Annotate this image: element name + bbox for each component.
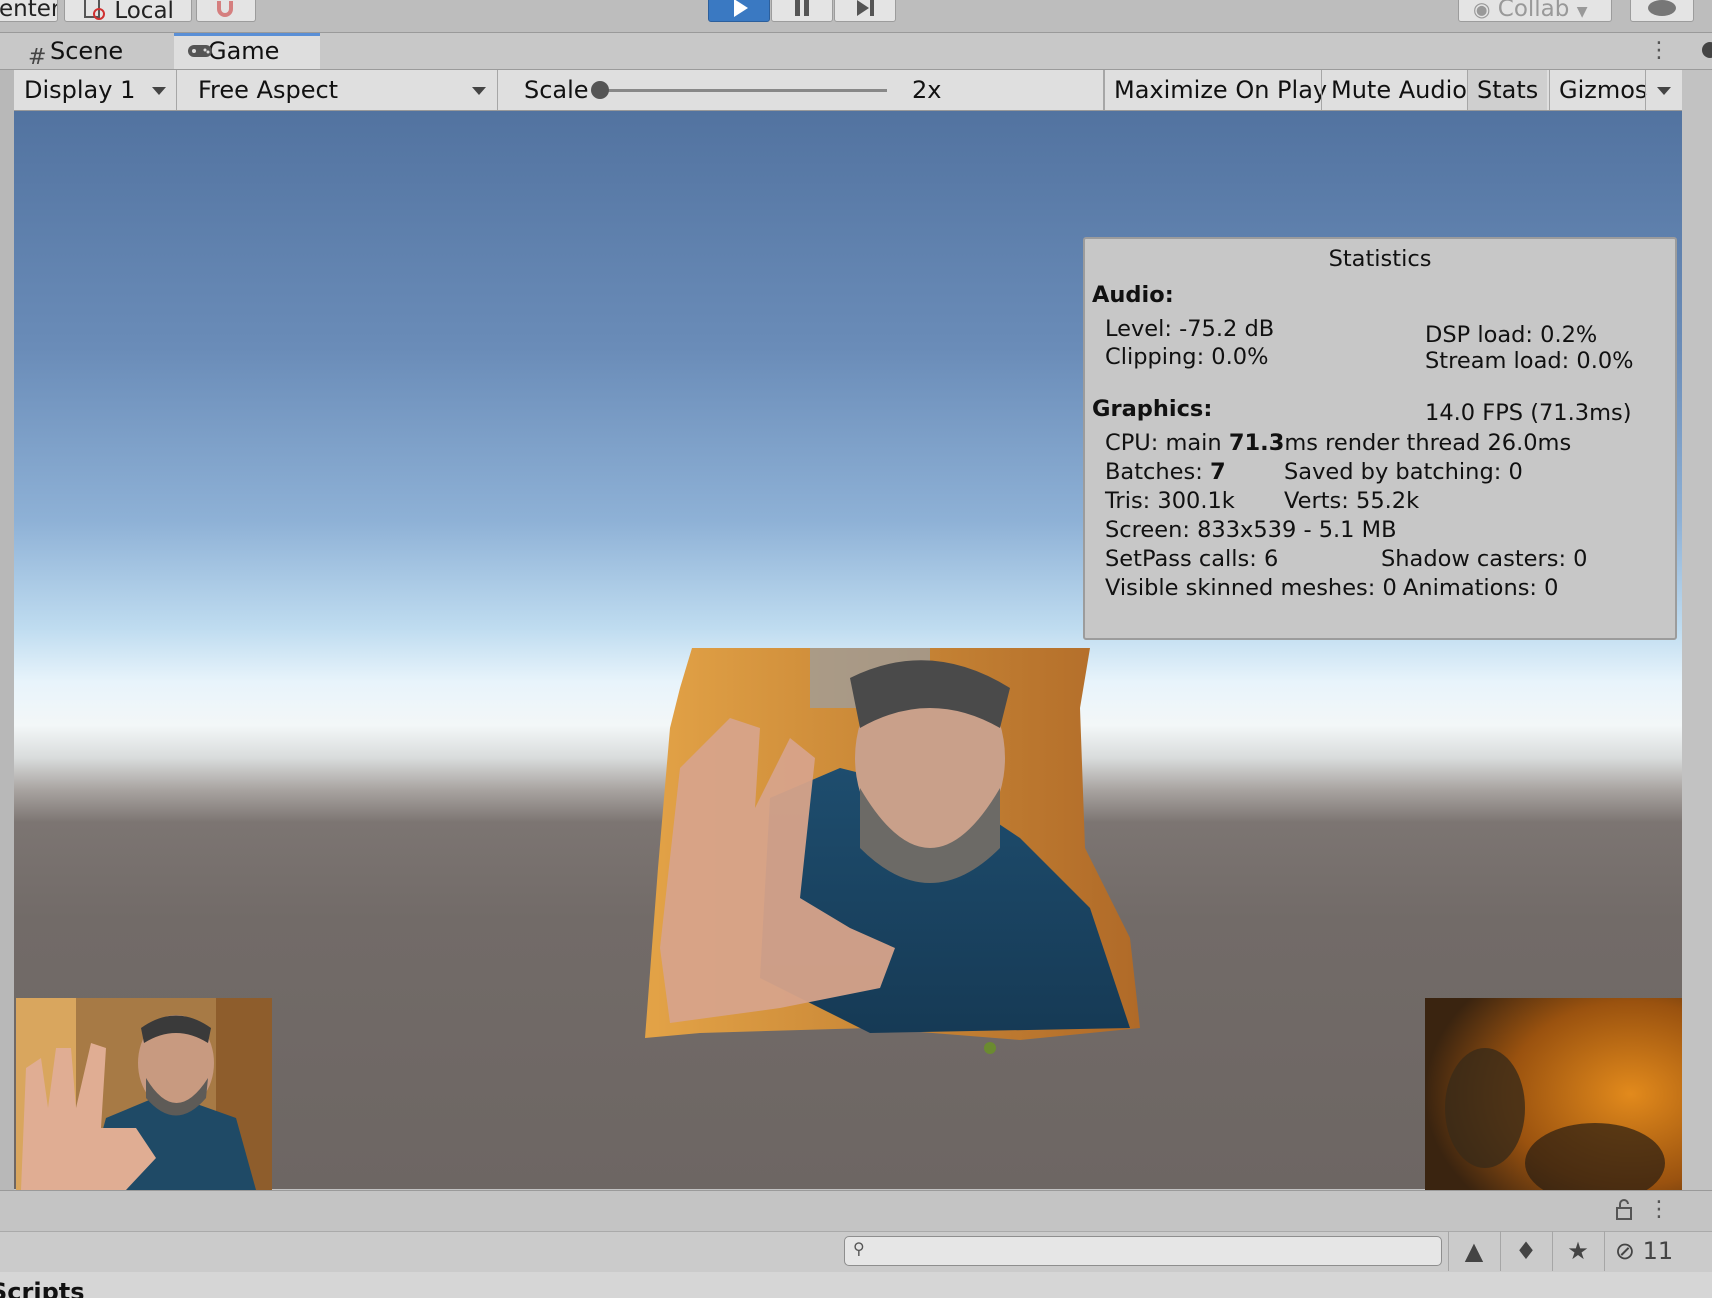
gizmos-dropdown[interactable] <box>1645 70 1682 110</box>
pause-icon <box>795 0 809 16</box>
audio-stream-load: Stream load: 0.0% <box>1425 348 1634 374</box>
aspect-dropdown[interactable]: Free Aspect <box>178 70 498 110</box>
project-window-header: ⋮ <box>0 1190 1712 1231</box>
audio-clipping: Clipping: 0.0% <box>1105 344 1269 370</box>
aspect-chevron-down-icon <box>472 87 486 95</box>
statistics-title: Statistics <box>1328 246 1432 272</box>
project-search-input[interactable]: ⚲ <box>844 1236 1442 1266</box>
cpu-main-value: 71.3 <box>1228 430 1285 456</box>
tab-menu-kebab-icon[interactable]: ⋮ <box>1648 37 1670 65</box>
graphics-header: Graphics: <box>1092 396 1213 422</box>
graphics-tris: Tris: 300.1k <box>1105 488 1235 514</box>
step-forward-icon <box>857 0 874 16</box>
hidden-count: 11 <box>1642 1237 1674 1265</box>
webcam-depth-thumbnail <box>1425 998 1682 1190</box>
project-menu-kebab-icon[interactable]: ⋮ <box>1648 1197 1670 1222</box>
tab-game[interactable]: Game <box>174 33 320 69</box>
batches-value: 7 <box>1209 459 1226 485</box>
chevron-down-icon: ▼ <box>1576 4 1588 20</box>
snap-button[interactable] <box>196 0 256 22</box>
play-icon <box>734 0 748 17</box>
scale-control: Scale 2x <box>499 70 1104 110</box>
tab-game-label: Game <box>208 37 280 65</box>
tag-icon: ♦ <box>1515 1237 1537 1265</box>
eye-slash-icon: ⊘ <box>1614 1237 1635 1265</box>
left-panel-edge <box>0 70 14 1190</box>
cpu-suffix: ms render thread 26.0ms <box>1284 430 1572 456</box>
mute-audio-toggle[interactable]: Mute Audio <box>1321 70 1476 110</box>
star-icon: ★ <box>1567 1237 1589 1265</box>
hidden-packages-button[interactable]: ⊘ 11 <box>1604 1231 1683 1271</box>
audio-level: Level: -75.2 dB <box>1105 316 1275 342</box>
depth-webcam-render <box>645 648 1140 1054</box>
statistics-panel: Statistics Audio: Level: -75.2 dB Clippi… <box>1083 237 1677 640</box>
magnet-snap-icon <box>217 1 233 17</box>
space-toggle-button[interactable]: Local <box>64 0 192 22</box>
scale-label: Scale <box>524 76 589 104</box>
pivot-toggle-button[interactable]: enter <box>0 0 58 22</box>
scale-slider-thumb[interactable] <box>591 81 609 99</box>
gamepad-icon <box>186 39 214 70</box>
shapes-icon: ▲ <box>1464 1237 1484 1265</box>
cloud-icon <box>1648 0 1676 16</box>
graphics-cpu: CPU: main 71.3ms render thread 26.0ms <box>1105 429 1571 457</box>
tab-scene[interactable]: # Scene <box>16 33 172 70</box>
right-panel-edge <box>1682 70 1712 1190</box>
graphics-fps: 14.0 FPS (71.3ms) <box>1425 400 1632 426</box>
cloud-button[interactable] <box>1630 0 1694 22</box>
gizmos-chevron-down-icon <box>1657 87 1671 95</box>
project-folder-list: Scripts <box>0 1272 1712 1298</box>
batches-prefix: Batches: <box>1105 459 1210 485</box>
space-label: Local <box>114 0 174 22</box>
lock-icon[interactable] <box>1614 1199 1634 1226</box>
webcam-color-thumbnail <box>16 998 272 1190</box>
search-icon: ⚲ <box>853 1239 865 1258</box>
graphics-animations: Animations: 0 <box>1403 575 1559 601</box>
cpu-prefix: CPU: main <box>1105 430 1229 456</box>
graphics-screen: Screen: 833x539 - 5.1 MB <box>1105 517 1397 543</box>
step-button[interactable] <box>834 0 896 22</box>
pivot-label: enter <box>0 0 58 22</box>
play-button[interactable] <box>708 0 770 22</box>
game-view-control-bar: Display 1 Free Aspect Scale 2x Maximize … <box>14 70 1682 111</box>
scale-slider-track[interactable] <box>597 89 887 92</box>
graphics-skinned-meshes: Visible skinned meshes: 0 <box>1105 575 1397 601</box>
gizmos-toggle[interactable]: Gizmos <box>1549 70 1656 110</box>
filter-by-type-button[interactable]: ▲ <box>1448 1231 1499 1271</box>
filter-by-label-button[interactable]: ♦ <box>1500 1231 1551 1271</box>
graphics-verts: Verts: 55.2k <box>1284 488 1420 514</box>
audio-dsp-load: DSP load: 0.2% <box>1425 322 1598 348</box>
folder-label-scripts[interactable]: Scripts <box>0 1278 85 1298</box>
collab-shield-icon: ◉ <box>1473 0 1491 21</box>
graphics-shadow-casters: Shadow casters: 0 <box>1381 546 1588 572</box>
graphics-saved-by-batching: Saved by batching: 0 <box>1284 459 1523 485</box>
maximize-on-play-toggle[interactable]: Maximize On Play <box>1104 70 1336 110</box>
graphics-setpass: SetPass calls: 6 <box>1105 546 1279 572</box>
view-tab-strip: # Scene Game ⋮ <box>0 33 1712 70</box>
side-panel-edge <box>1694 39 1712 61</box>
graphics-batches: Batches: 7 <box>1105 458 1226 486</box>
display-chevron-down-icon <box>152 87 166 95</box>
favorites-button[interactable]: ★ <box>1552 1231 1603 1271</box>
pause-button[interactable] <box>771 0 833 22</box>
audio-header: Audio: <box>1092 282 1174 308</box>
collab-dropdown[interactable]: ◉ Collab ▼ <box>1458 0 1612 22</box>
tab-scene-label: Scene <box>50 37 124 65</box>
main-toolbar: enter Local ◉ Collab ▼ <box>0 0 1712 33</box>
aspect-label: Free Aspect <box>198 76 339 104</box>
local-space-icon <box>84 0 105 20</box>
stats-toggle[interactable]: Stats <box>1467 70 1548 110</box>
display-label: Display 1 <box>24 76 136 104</box>
display-dropdown[interactable]: Display 1 <box>14 70 177 110</box>
scale-value: 2x <box>912 76 942 104</box>
collab-label: Collab <box>1497 0 1570 22</box>
